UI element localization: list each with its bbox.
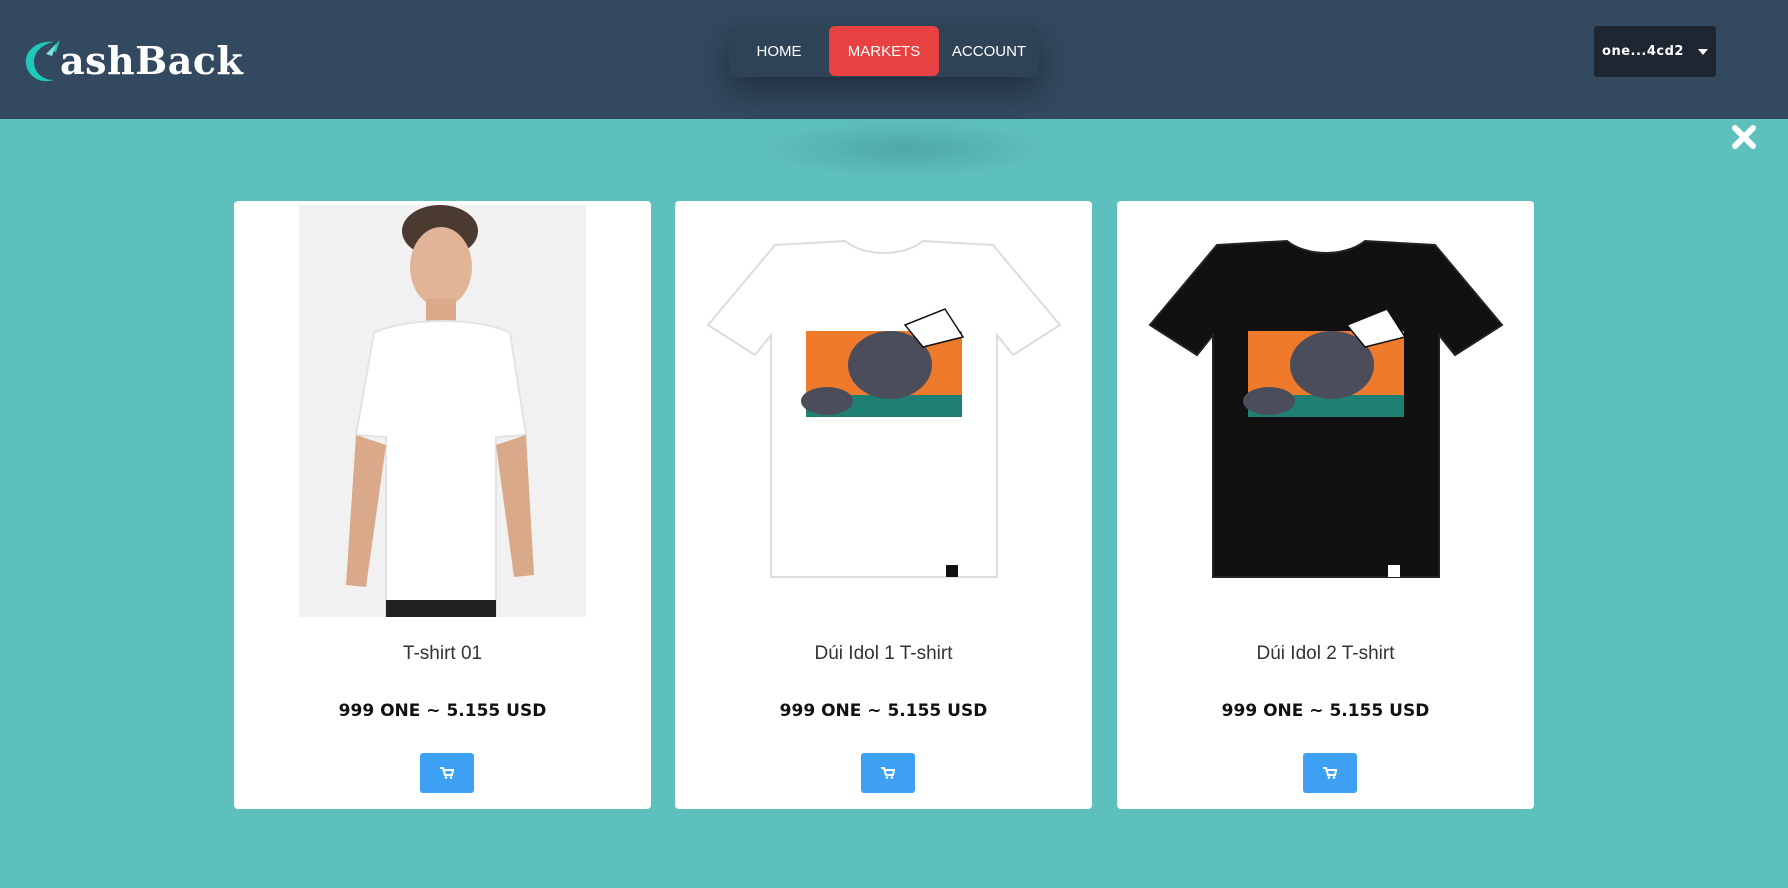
nav-home[interactable]: HOME (729, 26, 829, 76)
nav-shadow (760, 119, 1050, 179)
add-to-cart-button[interactable] (1303, 753, 1357, 793)
logo[interactable]: ashBack (20, 34, 243, 88)
logo-text: ashBack (60, 38, 244, 83)
product-price: 999 ONE ~ 5.155 USD (779, 701, 988, 721)
cart-icon (440, 767, 454, 779)
wallet-address: one...4cd2 (1602, 44, 1684, 59)
product-card: T-shirt 01 999 ONE ~ 5.155 USD (234, 201, 651, 809)
nav-account[interactable]: ACCOUNT (939, 26, 1039, 76)
product-price: 999 ONE ~ 5.155 USD (338, 701, 547, 721)
product-title[interactable]: T-shirt 01 (234, 643, 651, 665)
product-image-white-tshirt[interactable] (675, 205, 1092, 617)
cart-icon (1323, 767, 1337, 779)
product-title[interactable]: Dúi Idol 2 T-shirt (1117, 643, 1534, 665)
add-to-cart-button[interactable] (861, 753, 915, 793)
main-nav: HOME MARKETS ACCOUNT (729, 25, 1039, 77)
product-card: Dúi Idol 2 T-shirt 999 ONE ~ 5.155 USD (1117, 201, 1534, 809)
cart-icon (881, 767, 895, 779)
product-card: Dúi Idol 1 T-shirt 999 ONE ~ 5.155 USD (675, 201, 1092, 809)
product-image-man-white-tshirt[interactable] (234, 205, 651, 617)
product-image-black-tshirt[interactable] (1117, 205, 1534, 617)
wallet-dropdown[interactable]: one...4cd2 (1594, 26, 1716, 77)
caret-down-icon (1697, 48, 1708, 55)
top-header: ashBack HOME MARKETS ACCOUNT one...4cd2 (0, 0, 1788, 119)
logo-c-mark-icon (25, 40, 60, 82)
nav-markets[interactable]: MARKETS (829, 26, 939, 76)
add-to-cart-button[interactable] (420, 753, 474, 793)
close-icon[interactable] (1731, 124, 1757, 150)
product-title[interactable]: Dúi Idol 1 T-shirt (675, 643, 1092, 665)
product-price: 999 ONE ~ 5.155 USD (1221, 701, 1430, 721)
